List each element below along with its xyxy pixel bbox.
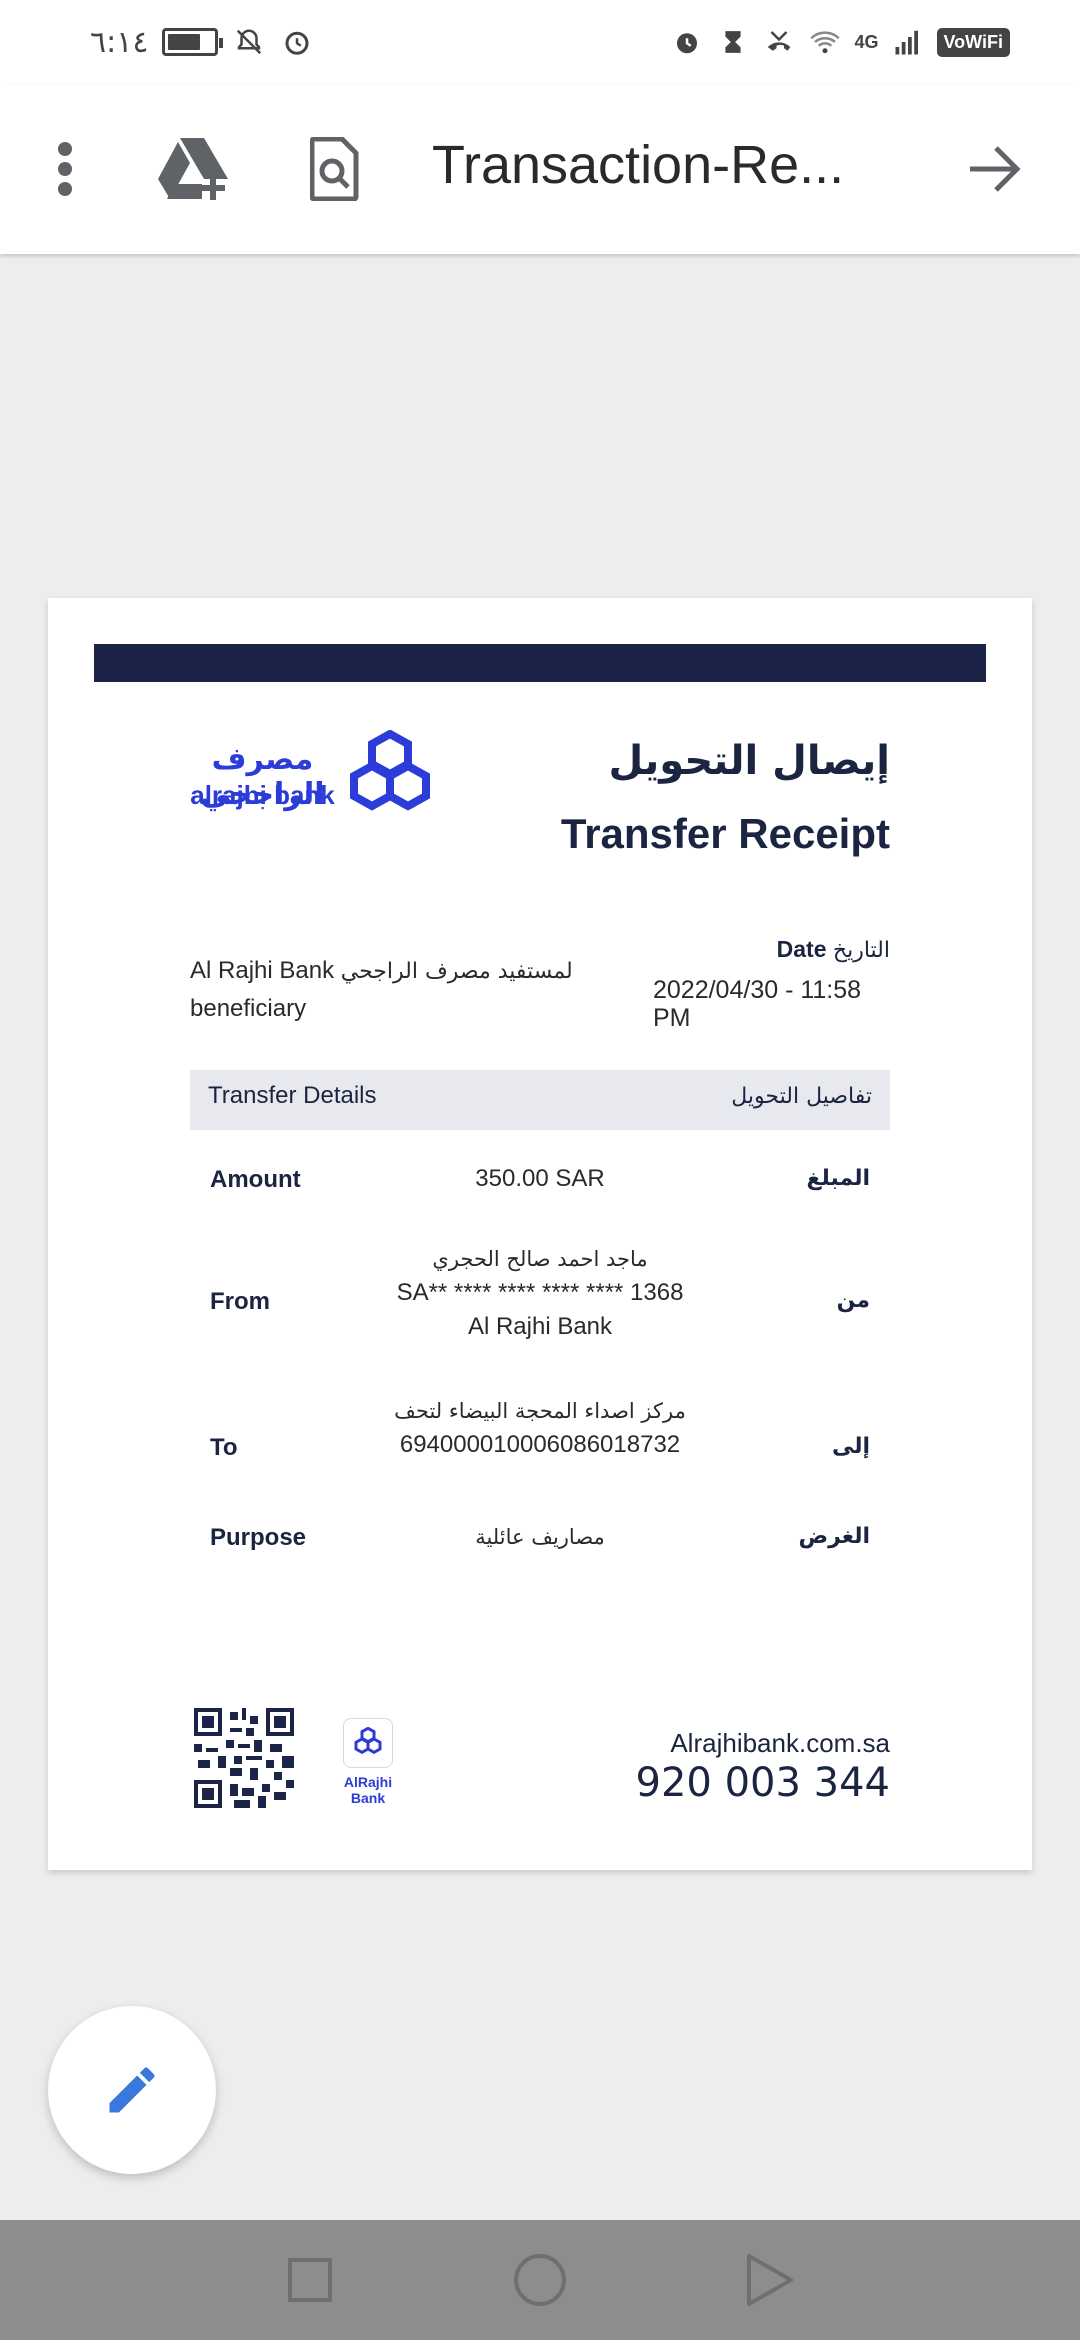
receipt-title-ar: إيصال التحويل <box>608 738 890 784</box>
date-label-ar: التاريخ <box>832 938 890 963</box>
from-label-en: From <box>210 1288 270 1315</box>
amount-row: Amount 350.00 SAR المبلغ <box>190 1150 890 1200</box>
more-vert-icon[interactable] <box>20 124 110 214</box>
hourglass-icon <box>716 25 750 59</box>
header-band <box>94 644 986 682</box>
vowifi-badge: VoWiFi <box>936 27 1010 57</box>
alarm-icon <box>280 25 314 59</box>
bank-website: Alrajhibank.com.sa <box>670 1728 890 1758</box>
system-nav-bar <box>0 2220 1080 2340</box>
date-label: Date التاريخ <box>777 936 890 963</box>
app-toolbar: Transaction-Re... <box>0 84 1080 254</box>
date-value: 2022/04/30 - 11:58 PM <box>653 976 862 1032</box>
from-details: ماجد احمد صالح الحجري SA** **** **** ***… <box>340 1242 740 1344</box>
from-label-ar: من <box>836 1288 870 1313</box>
beneficiary-word: beneficiary <box>190 995 307 1022</box>
battery-icon <box>162 28 224 56</box>
mini-bank-logo: AlRajhi Bank <box>326 1718 410 1806</box>
details-header-ar: تفاصيل التحويل <box>731 1084 872 1109</box>
amount-value: 350.00 SAR <box>475 1165 605 1192</box>
open-arrow-icon[interactable] <box>950 124 1040 214</box>
find-in-page-icon[interactable] <box>290 124 380 214</box>
amount-label-en: Amount <box>210 1166 301 1193</box>
recipient-account: 694000010006086018732 <box>399 1431 681 1458</box>
from-row: From ماجد احمد صالح الحجري SA** **** ***… <box>190 1238 890 1358</box>
purpose-label-en: Purpose <box>210 1524 307 1551</box>
mute-icon <box>232 25 266 59</box>
pencil-icon <box>109 2067 155 2113</box>
bank-logo: مصرف الراجحي alrajhi bank <box>190 730 450 826</box>
status-bar: ٦:١٤ 4G VoWiFi <box>0 0 1080 84</box>
receipt-title-en: Transfer Receipt <box>560 810 890 857</box>
signal-icon <box>891 25 925 59</box>
home-circle-icon[interactable] <box>508 2248 572 2312</box>
add-to-drive-icon[interactable] <box>148 124 238 214</box>
logo-text-en: alrajhi bank <box>190 780 335 810</box>
to-label-en: To <box>210 1434 238 1461</box>
beneficiary-note: Al Rajhi Bank لمستفيد مصرف الراجحي benef… <box>190 952 630 1027</box>
document-title: Transaction-Re... <box>432 135 845 195</box>
edit-fab-button[interactable] <box>48 2006 216 2174</box>
qr-code <box>194 1708 294 1808</box>
back-triangle-icon[interactable] <box>738 2248 802 2312</box>
network-type: 4G <box>854 31 879 52</box>
mini-logo-label: AlRajhi Bank <box>343 1774 393 1806</box>
purpose-row: Purpose مصاريف عائلية الغرض <box>190 1510 890 1560</box>
hexagon-logo-icon <box>350 730 430 811</box>
recipient-name: مركز اصداء المحجة البيضاء لتحف <box>394 1399 686 1423</box>
sender-bank: Al Rajhi Bank <box>467 1313 613 1340</box>
status-time: ٦:١٤ <box>90 24 149 60</box>
wifi-icon <box>808 25 842 59</box>
beneficiary-bank: Al Rajhi Bank <box>190 957 335 984</box>
to-details: مركز اصداء المحجة البيضاء لتحف 694000010… <box>340 1394 740 1462</box>
details-header-en: Transfer Details <box>208 1082 377 1109</box>
amount-label-ar: المبلغ <box>806 1166 870 1191</box>
sender-account: SA** **** **** **** **** 1368 <box>396 1279 684 1306</box>
missed-call-icon <box>762 25 796 59</box>
hexagon-logo-icon <box>354 1727 382 1755</box>
bank-phone: 920 003 344 <box>635 1760 890 1806</box>
purpose-label-ar: الغرض <box>798 1524 871 1549</box>
date-label-en: Date <box>776 936 827 962</box>
beneficiary-ar: لمستفيد مصرف الراجحي <box>340 959 573 984</box>
recents-square-icon[interactable] <box>278 2248 342 2312</box>
transfer-details-header: Transfer Details تفاصيل التحويل <box>190 1070 890 1130</box>
sender-name: ماجد احمد صالح الحجري <box>432 1247 648 1271</box>
to-row: To مركز اصداء المحجة البيضاء لتحف 694000… <box>190 1394 890 1474</box>
alarm-icon <box>670 25 704 59</box>
to-label-ar: إلى <box>831 1434 870 1459</box>
purpose-value: مصاريف عائلية <box>475 1525 605 1549</box>
receipt-page: مصرف الراجحي alrajhi bank إيصال التحويل … <box>48 598 1032 1870</box>
